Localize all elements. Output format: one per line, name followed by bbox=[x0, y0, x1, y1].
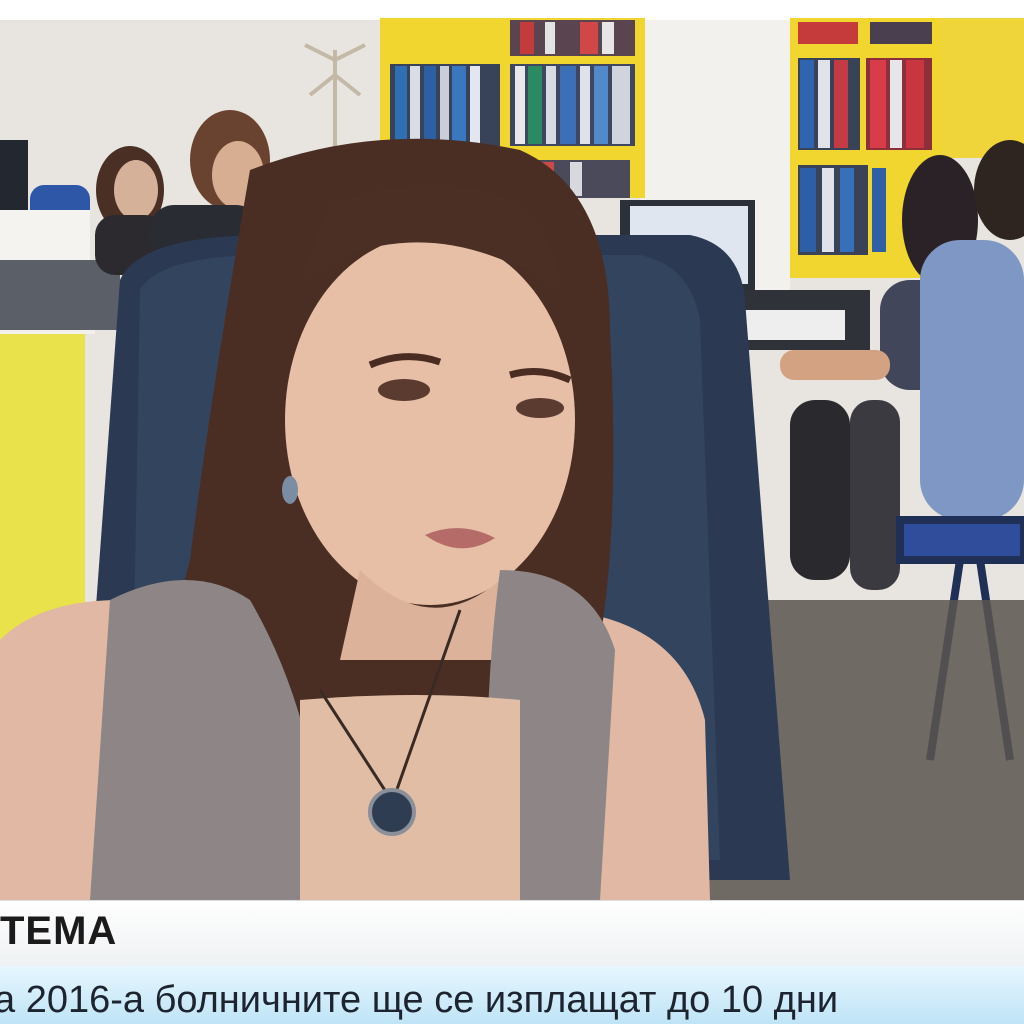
topic-bar: ТЕМА bbox=[0, 900, 1024, 967]
interview-scene bbox=[0, 0, 1024, 900]
news-lower-third: ТЕМА а 2016-а болничните ще се изплащат … bbox=[0, 900, 1024, 1024]
topic-label: ТЕМА bbox=[0, 909, 118, 953]
headline-bar: а 2016-а болничните ще се изплащат до 10… bbox=[0, 966, 1024, 1024]
headline-text: а 2016-а болничните ще се изплащат до 10… bbox=[0, 979, 839, 1021]
video-frame: ТЕМА а 2016-а болничните ще се изплащат … bbox=[0, 0, 1024, 1024]
pendant-necklace bbox=[368, 788, 416, 836]
monitor bbox=[0, 140, 28, 210]
